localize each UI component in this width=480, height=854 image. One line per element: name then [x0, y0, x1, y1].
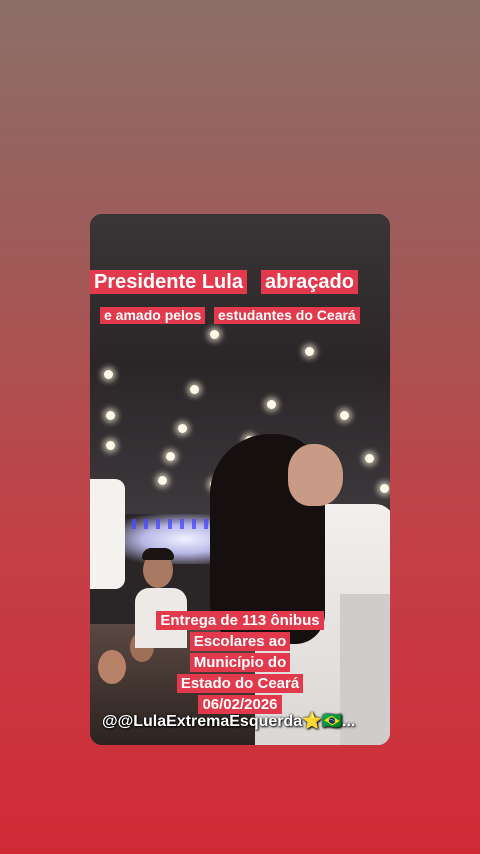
ceiling-light — [158, 476, 167, 485]
boy-hair — [142, 548, 174, 560]
caption-title-part2: abraçado — [261, 270, 358, 294]
video-frame[interactable]: Presidente Lula abraçado e amado pelos e… — [90, 214, 390, 745]
ceiling-light — [267, 400, 276, 409]
watermark-handle: @@LulaExtremaEsquerda⭐🇧🇷... — [102, 713, 356, 730]
event-line: Escolares ao — [189, 632, 291, 651]
ceiling-light — [190, 385, 199, 394]
person-left — [90, 479, 125, 589]
ceiling-light — [178, 424, 187, 433]
ceiling-light — [210, 330, 219, 339]
ceiling-light — [166, 452, 175, 461]
ceiling-light — [365, 454, 374, 463]
ceiling-light — [340, 411, 349, 420]
caption-subtitle-part2: estudantes do Ceará — [214, 307, 360, 324]
ceiling-light — [305, 347, 314, 356]
ceiling-light — [106, 441, 115, 450]
crowd-face — [98, 650, 126, 684]
ceiling-light — [104, 370, 113, 379]
event-line: Município do — [189, 653, 291, 672]
ceiling-light — [380, 484, 389, 493]
event-caption: Entrega de 113 ônibus Escolares ao Munic… — [150, 611, 330, 716]
event-line: Entrega de 113 ônibus — [156, 611, 324, 630]
caption-subtitle-part1: e amado pelos — [100, 307, 206, 324]
caption-title-part1: Presidente Lula — [90, 270, 247, 294]
woman-face — [288, 444, 343, 506]
event-line: Estado do Ceará — [176, 674, 304, 693]
ceiling-light — [106, 411, 115, 420]
